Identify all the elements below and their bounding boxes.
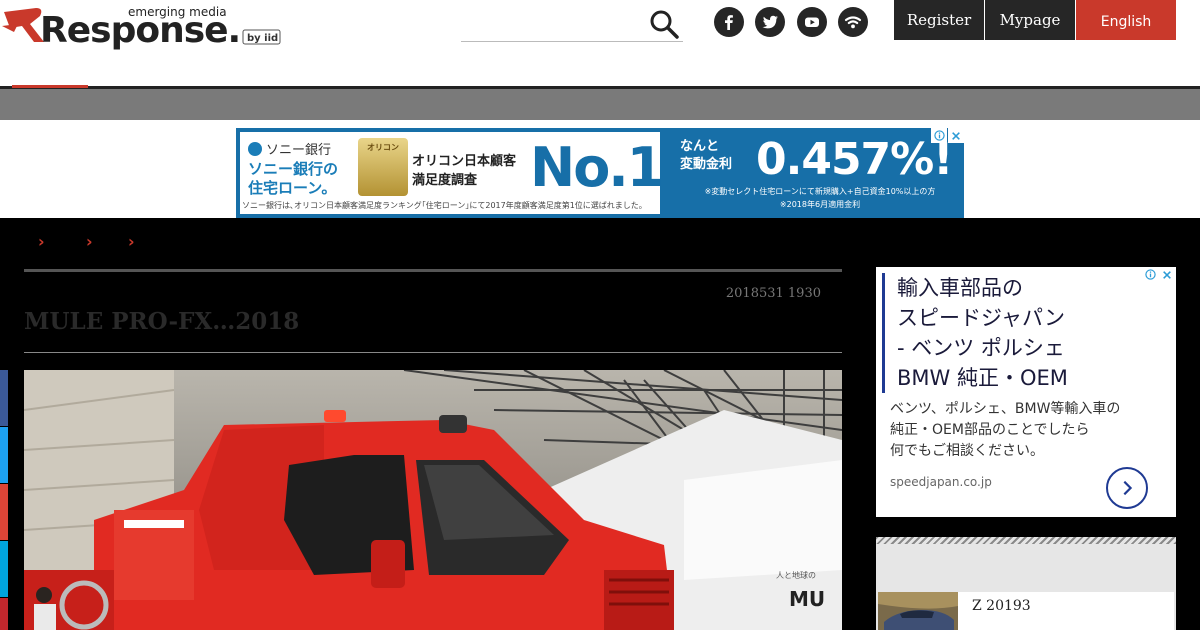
breadcrumb-separator-icon[interactable]: › bbox=[128, 232, 135, 251]
site-logo[interactable]: Response. emerging media by iid bbox=[0, 2, 290, 51]
facebook-icon bbox=[725, 15, 733, 30]
share-hatena-button[interactable] bbox=[0, 541, 8, 597]
banner-rate-note: ※変動セレクト住宅ローンにて新規購入+自己資金10%以上の方 bbox=[704, 187, 936, 196]
nav-active-indicator bbox=[12, 85, 88, 88]
fire-truck-photo: 人と地球の MU bbox=[24, 370, 842, 630]
breadcrumb-separator-icon[interactable]: › bbox=[86, 232, 93, 251]
rss-link[interactable] bbox=[838, 7, 868, 37]
youtube-icon bbox=[805, 17, 819, 27]
award-medal-icon: オリコン bbox=[358, 138, 408, 196]
mypage-button[interactable]: Mypage bbox=[985, 0, 1075, 40]
logo-badge: by iid bbox=[247, 33, 278, 44]
sidebar-ad-close-icon[interactable] bbox=[1159, 267, 1175, 282]
search-bar bbox=[461, 6, 683, 42]
article-title: MULE PRO-FX…2018 bbox=[24, 308, 300, 335]
search-icon[interactable] bbox=[649, 9, 679, 39]
banner-rate-value: 0.457%! bbox=[756, 134, 953, 185]
twitter-link[interactable] bbox=[755, 7, 785, 37]
banner-loan-text: ソニー銀行の 住宅ローン。 bbox=[248, 160, 339, 197]
ranking-box-stripe bbox=[876, 537, 1176, 544]
share-twitter-button[interactable] bbox=[0, 427, 8, 483]
logo-tagline: emerging media bbox=[128, 5, 227, 19]
ranking-box: Z 20193 bbox=[876, 537, 1176, 630]
adchoices-info-icon[interactable] bbox=[931, 128, 947, 143]
bank-logo-icon bbox=[248, 142, 262, 156]
share-facebook-button[interactable] bbox=[0, 370, 8, 426]
ranking-item-thumbnail bbox=[878, 592, 958, 630]
top-ad-area: ソニー銀行 ソニー銀行の 住宅ローン。 オリコン オリコン日本顧客 満足度調査 No… bbox=[0, 120, 1200, 218]
ad-close-icon[interactable] bbox=[948, 128, 964, 143]
banner-footnote: ソニー銀行は､オリコン日本顧客満足度ランキング｢住宅ローン｣にて2017年度顧客… bbox=[242, 201, 647, 210]
banner-rate-label: なんと 変動金利 bbox=[680, 139, 733, 172]
category-nav-bar bbox=[0, 89, 1200, 120]
article-title-divider bbox=[24, 352, 842, 353]
ranking-item[interactable]: Z 20193 bbox=[878, 592, 1174, 630]
search-input[interactable] bbox=[461, 6, 641, 40]
twitter-icon bbox=[762, 15, 778, 29]
breadcrumb-separator-icon[interactable]: › bbox=[38, 232, 45, 251]
site-header: Response. emerging media by iid Register… bbox=[0, 0, 1200, 89]
banner-rate-date-note: ※2018年6月適用金利 bbox=[779, 200, 861, 209]
facebook-link[interactable] bbox=[714, 7, 744, 37]
chevron-right-icon bbox=[1123, 480, 1133, 496]
english-language-button[interactable]: English bbox=[1076, 0, 1176, 40]
sidebar-ad[interactable]: 輸入車部品の スピードジャパン - ベンツ ポルシェ BMW 純正・OEM ベン… bbox=[876, 267, 1176, 517]
hero-brand-text: MU bbox=[789, 587, 825, 611]
ranking-item-title: Z 20193 bbox=[972, 598, 1031, 614]
top-banner-ad[interactable]: ソニー銀行 ソニー銀行の 住宅ローン。 オリコン オリコン日本顧客 満足度調査 No… bbox=[236, 128, 964, 218]
breadcrumb: › › › bbox=[24, 232, 842, 256]
youtube-link[interactable] bbox=[797, 7, 827, 37]
sidebar-ad-body: ベンツ、ポルシェ、BMW等輸入車の 純正・OEM部品のことでしたら 何でもご相談… bbox=[890, 401, 1121, 459]
sidebar-ad-domain: speedjapan.co.jp bbox=[890, 475, 992, 489]
sidebar-ad-headline: 輸入車部品の スピードジャパン - ベンツ ポルシェ BMW 純正・OEM bbox=[882, 273, 1152, 393]
sidebar-ad-next-button[interactable] bbox=[1106, 467, 1148, 509]
share-google-button[interactable] bbox=[0, 484, 8, 540]
banner-ad-left-panel: ソニー銀行 ソニー銀行の 住宅ローン。 オリコン オリコン日本顧客 満足度調査 No… bbox=[240, 132, 664, 214]
article-top-divider bbox=[24, 269, 842, 272]
response-logo: Response. emerging media by iid bbox=[2, 5, 281, 51]
share-pocket-button[interactable] bbox=[0, 598, 8, 630]
register-button[interactable]: Register bbox=[894, 0, 984, 40]
hero-sign-text: 人と地球の bbox=[776, 570, 816, 580]
rss-icon bbox=[844, 16, 862, 29]
banner-survey-text: オリコン日本顧客 満足度調査 bbox=[412, 154, 517, 188]
banner-bank-name: ソニー銀行 bbox=[248, 139, 331, 158]
sidebar-adchoices-icon[interactable] bbox=[1142, 267, 1158, 282]
article-hero-image[interactable]: 人と地球の MU bbox=[24, 370, 842, 630]
banner-headline: No.1 bbox=[530, 136, 664, 199]
article-date: 2018531 1930 bbox=[725, 286, 821, 301]
